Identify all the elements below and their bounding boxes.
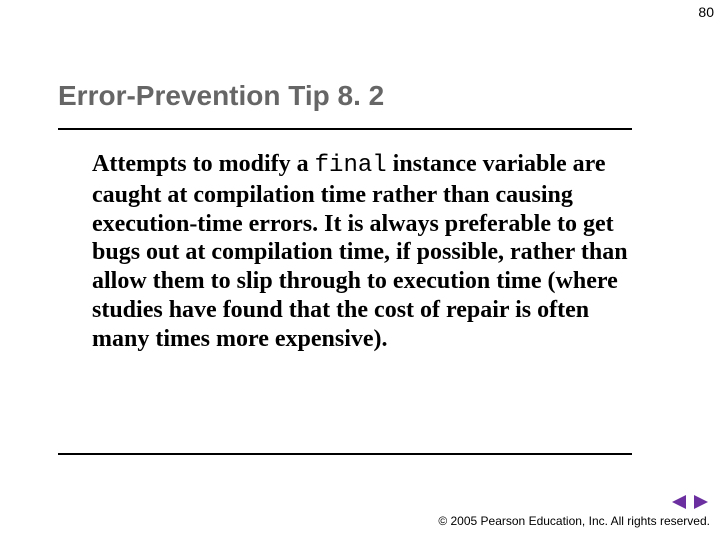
page-number: 80 [698, 4, 714, 20]
body-pre: Attempts to modify a [92, 151, 315, 177]
nav-arrows [670, 494, 710, 510]
copyright-footer: © 2005 Pearson Education, Inc. All right… [438, 514, 710, 528]
body-post: instance variable are caught at compilat… [92, 151, 628, 352]
code-keyword: final [315, 152, 387, 179]
next-slide-button[interactable] [692, 494, 710, 510]
title-underline [58, 128, 632, 130]
triangle-left-icon [670, 494, 688, 510]
bottom-rule [58, 453, 632, 455]
prev-slide-button[interactable] [670, 494, 688, 510]
triangle-right-icon [692, 494, 710, 510]
body-text: Attempts to modify a final instance vari… [92, 150, 632, 354]
slide-title: Error-Prevention Tip 8. 2 [58, 80, 384, 112]
